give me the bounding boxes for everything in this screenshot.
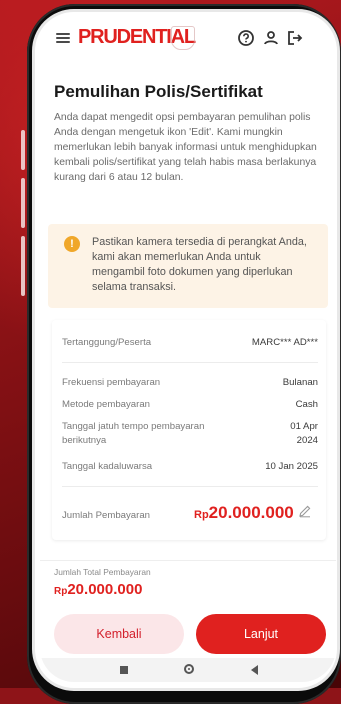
method-label: Metode pembayaran	[62, 399, 150, 410]
frequency-label: Frekuensi pembayaran	[62, 377, 161, 388]
warning-icon: !	[64, 236, 80, 252]
payment-amount-label: Jumlah Pembayaran	[62, 510, 150, 521]
due-date-value: 01 Apr 2024	[290, 420, 318, 448]
expiry-value: 10 Jan 2025	[265, 461, 318, 472]
home-icon[interactable]	[184, 664, 194, 674]
intro-text: Anda dapat mengedit opsi pembayaran pemu…	[54, 112, 317, 183]
expiry-label: Tanggal kadaluwarsa	[62, 461, 153, 472]
android-nav-bar	[40, 658, 336, 682]
notice-text: Pastikan kamera tersedia di perangkat An…	[92, 236, 307, 293]
menu-icon[interactable]	[56, 33, 70, 43]
help-icon[interactable]	[236, 28, 256, 48]
background-stripe	[21, 130, 25, 170]
divider	[62, 486, 318, 487]
insured-value: MARC*** AD***	[251, 337, 318, 348]
method-value: Cash	[295, 399, 318, 410]
back-button[interactable]: Kembali	[54, 614, 184, 654]
background-stripe	[21, 178, 25, 228]
payment-amount-value: 20.000.000	[208, 503, 294, 522]
app-screen: PRUDENTIAL Pemulihan Polis/Sertifikat An…	[40, 14, 336, 682]
logo-mark-icon	[171, 26, 195, 50]
payment-currency: Rp	[194, 509, 209, 521]
user-icon[interactable]	[261, 28, 281, 48]
page-title: Pemulihan Polis/Sertifikat	[54, 82, 263, 101]
camera-notice: ! Pastikan kamera tersedia di perangkat …	[48, 224, 328, 308]
background-stripe	[21, 236, 25, 296]
recent-apps-icon[interactable]	[120, 666, 128, 674]
total-amount-value: 20.000.000	[67, 581, 143, 598]
next-button[interactable]: Lanjut	[196, 614, 326, 654]
payment-detail-card: Tertanggung/Peserta MARC*** AD*** Frekue…	[52, 320, 326, 540]
edit-icon[interactable]	[298, 504, 312, 518]
insured-label: Tertanggung/Peserta	[62, 337, 152, 348]
back-nav-icon[interactable]	[251, 665, 258, 675]
due-date-year: 2024	[296, 435, 318, 446]
logout-icon[interactable]	[285, 28, 305, 48]
frequency-value: Bulanan	[282, 377, 318, 388]
total-payment-amount: Rp20.000.000	[54, 581, 142, 598]
due-date-label: Tanggal jatuh tempo pembayaran berikutny…	[62, 421, 205, 446]
payment-amount: Rp20.000.000	[194, 503, 294, 523]
total-payment-label: Jumlah Total Pembayaran	[54, 567, 151, 577]
bottom-summary: Jumlah Total Pembayaran Rp20.000.000 Kem…	[40, 560, 336, 659]
total-currency: Rp	[54, 586, 68, 597]
divider	[62, 362, 318, 363]
due-date-day: 01 Apr	[290, 421, 318, 432]
top-bar: PRUDENTIAL	[40, 14, 336, 62]
